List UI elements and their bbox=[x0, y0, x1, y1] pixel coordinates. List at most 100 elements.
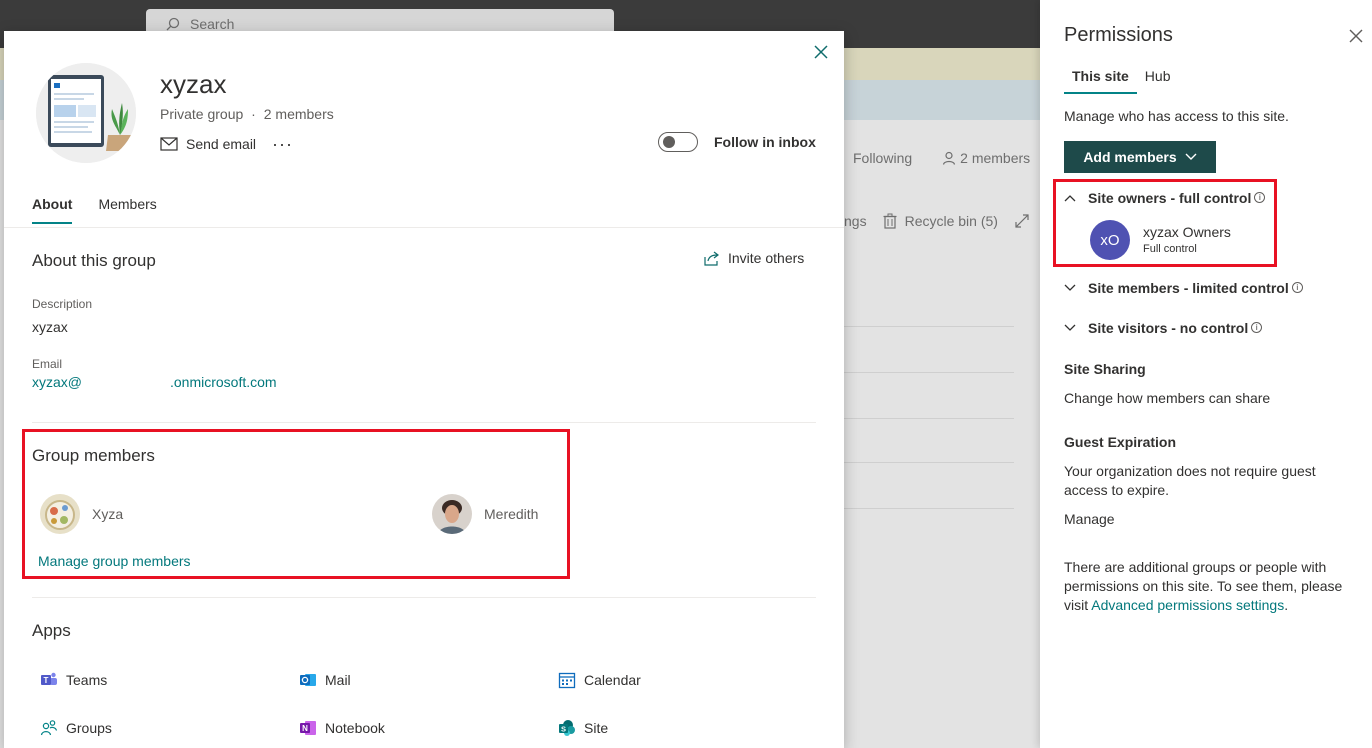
groups-icon bbox=[40, 720, 58, 736]
app-calendar[interactable]: Calendar bbox=[558, 671, 641, 689]
about-heading: About this group bbox=[32, 251, 156, 270]
list-divider bbox=[844, 462, 1014, 463]
description-label: Description bbox=[32, 297, 93, 311]
site-members-button[interactable]: 2 members bbox=[942, 150, 1030, 166]
sharepoint-icon: S bbox=[559, 720, 575, 736]
add-members-label: Add members bbox=[1083, 149, 1177, 165]
search-icon bbox=[166, 17, 180, 31]
tab-hub[interactable]: Hub bbox=[1137, 68, 1179, 94]
more-options-button[interactable]: ··· bbox=[272, 134, 293, 155]
group-members-heading: Group members bbox=[32, 446, 155, 465]
invite-others-button[interactable]: Invite others bbox=[704, 250, 804, 266]
site-members-group[interactable]: Site members - limited control i bbox=[1064, 280, 1303, 296]
additional-text-prefix: visit bbox=[1064, 597, 1092, 613]
app-mail[interactable]: Mail bbox=[299, 671, 351, 689]
email-prefix: xyzax@ bbox=[32, 374, 82, 390]
section-divider bbox=[32, 422, 816, 423]
command-bar: ngs Recycle bin (5) bbox=[844, 213, 1030, 229]
svg-text:T: T bbox=[44, 676, 49, 685]
app-notebook[interactable]: N Notebook bbox=[299, 719, 385, 737]
guest-expiration-heading: Guest Expiration bbox=[1064, 434, 1177, 450]
follow-in-inbox-control: Follow in inbox bbox=[658, 132, 816, 152]
search-placeholder: Search bbox=[190, 16, 235, 32]
group-subtitle: Private group · 2 members bbox=[160, 106, 334, 122]
section-divider bbox=[32, 597, 816, 598]
group-privacy: Private group bbox=[160, 106, 244, 122]
tab-about[interactable]: About bbox=[32, 196, 73, 224]
additional-text-line: There are additional groups or people wi… bbox=[1064, 559, 1327, 575]
email-suffix: .onmicrosoft.com bbox=[170, 374, 277, 390]
onenote-icon: N bbox=[300, 721, 316, 735]
add-members-button[interactable]: Add members bbox=[1064, 141, 1216, 173]
owner-avatar: xO bbox=[1090, 220, 1130, 260]
description-value: xyzax bbox=[32, 319, 68, 335]
avatar bbox=[432, 494, 472, 534]
owner-name[interactable]: xyzax Owners bbox=[1143, 224, 1231, 240]
permissions-tabs: This site Hub bbox=[1064, 68, 1178, 94]
person-icon bbox=[943, 151, 956, 165]
site-header-actions: Following 2 members bbox=[853, 150, 1030, 166]
expand-icon[interactable] bbox=[1014, 213, 1030, 229]
member-item[interactable]: Meredith bbox=[432, 494, 538, 534]
avatar bbox=[40, 494, 80, 534]
tab-this-site[interactable]: This site bbox=[1064, 68, 1137, 94]
site-owners-group[interactable]: Site owners - full control i bbox=[1064, 190, 1266, 206]
mail-icon bbox=[160, 137, 178, 151]
close-icon[interactable] bbox=[1348, 28, 1364, 44]
app-label: Mail bbox=[325, 672, 351, 688]
permissions-panel: Permissions This site Hub Manage who has… bbox=[1040, 0, 1372, 748]
info-icon[interactable]: i bbox=[1251, 322, 1263, 333]
guest-text-line: Your organization does not require guest bbox=[1064, 463, 1316, 479]
send-email-button[interactable]: Send email bbox=[160, 136, 256, 152]
additional-text-line: visit Advanced permissions settings. bbox=[1064, 596, 1342, 615]
app-site[interactable]: S Site bbox=[558, 719, 608, 737]
following-button[interactable]: Following bbox=[853, 150, 912, 166]
outlook-icon bbox=[300, 674, 316, 686]
email-label: Email bbox=[32, 357, 63, 371]
chevron-up-icon bbox=[1064, 195, 1076, 202]
app-groups[interactable]: Groups bbox=[40, 719, 112, 737]
share-icon bbox=[704, 251, 719, 266]
calendar-icon bbox=[558, 672, 576, 689]
manage-group-members-link[interactable]: Manage group members bbox=[38, 553, 191, 569]
site-visitors-label: Site visitors - no control bbox=[1088, 320, 1249, 336]
app-label: Notebook bbox=[325, 720, 385, 736]
tab-members[interactable]: Members bbox=[98, 196, 156, 224]
tabs-divider bbox=[4, 227, 844, 228]
site-members-label: Site members - limited control bbox=[1088, 280, 1289, 296]
apps-heading: Apps bbox=[32, 621, 71, 640]
follow-in-inbox-label: Follow in inbox bbox=[714, 134, 816, 150]
additional-permissions-text: There are additional groups or people wi… bbox=[1064, 558, 1342, 615]
app-label: Teams bbox=[66, 672, 108, 688]
site-sharing-heading: Site Sharing bbox=[1064, 361, 1146, 377]
app-teams[interactable]: T Teams bbox=[40, 671, 107, 689]
svg-text:S: S bbox=[561, 725, 566, 734]
chevron-down-icon bbox=[1185, 153, 1197, 160]
settings-command-fragment[interactable]: ngs bbox=[844, 213, 867, 229]
app-label: Calendar bbox=[584, 672, 641, 688]
additional-text-suffix: . bbox=[1284, 597, 1289, 613]
send-email-label: Send email bbox=[186, 136, 257, 152]
info-icon[interactable]: i bbox=[1254, 192, 1266, 203]
list-divider bbox=[844, 508, 1014, 509]
additional-text-line: permissions on this site. To see them, p… bbox=[1064, 578, 1343, 594]
teams-icon: T bbox=[41, 672, 57, 685]
close-icon[interactable] bbox=[810, 41, 832, 63]
invite-others-label: Invite others bbox=[728, 250, 805, 266]
advanced-permissions-link[interactable]: Advanced permissions settings bbox=[1091, 597, 1284, 613]
recycle-bin-command[interactable]: Recycle bin (5) bbox=[883, 213, 998, 229]
site-owners-label: Site owners - full control bbox=[1088, 190, 1252, 206]
group-member-count: 2 members bbox=[263, 106, 334, 122]
member-item[interactable]: Xyza bbox=[40, 494, 123, 534]
change-sharing-link[interactable]: Change how members can share bbox=[1064, 389, 1270, 408]
site-visitors-group[interactable]: Site visitors - no control i bbox=[1064, 320, 1263, 336]
svg-text:N: N bbox=[302, 724, 308, 733]
follow-in-inbox-toggle[interactable] bbox=[658, 132, 698, 152]
guest-manage-link[interactable]: Manage bbox=[1064, 510, 1115, 529]
chevron-down-icon bbox=[1064, 284, 1076, 291]
recycle-bin-label: Recycle bin (5) bbox=[904, 213, 998, 229]
info-icon[interactable]: i bbox=[1291, 282, 1303, 293]
email-link[interactable]: xyzax@ .onmicrosoft.com bbox=[32, 374, 277, 390]
list-divider bbox=[844, 326, 1014, 327]
subtitle-separator: · bbox=[251, 106, 256, 122]
